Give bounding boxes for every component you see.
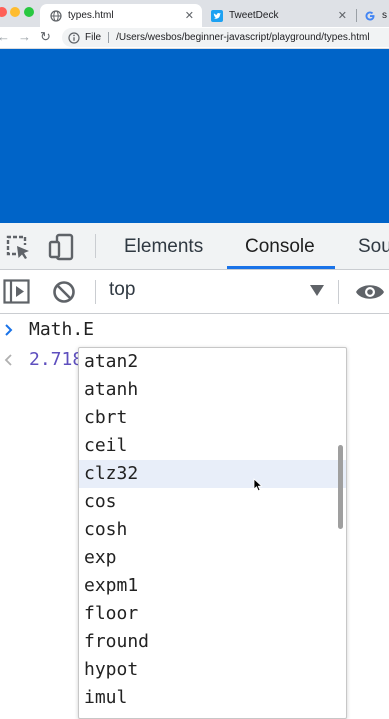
autocomplete-item[interactable]: ceil (79, 432, 346, 460)
google-icon (365, 11, 375, 20)
autocomplete-item[interactable]: exp (79, 544, 346, 572)
tab-types-html[interactable]: types.html ✕ (40, 4, 202, 27)
devtools-tab-bar: Elements Console Sou (0, 223, 389, 270)
browser-tab-bar: types.html ✕ TweetDeck ✕ s (0, 0, 389, 27)
tab-sources[interactable]: Sou (358, 223, 389, 269)
tab-title: TweetDeck (229, 10, 279, 21)
autocomplete-item[interactable]: atan2 (79, 348, 346, 376)
result-chevron-icon (4, 354, 12, 366)
inspect-element-icon[interactable] (5, 234, 31, 260)
browser-toolbar: ← → ↻ File /Users/wesbos/beginner-javasc… (0, 27, 389, 49)
tab-console[interactable]: Console (227, 223, 335, 269)
twitter-icon (211, 9, 223, 22)
globe-icon (50, 9, 62, 22)
console-input[interactable]: Math.E (29, 319, 94, 340)
console-toolbar: top (0, 270, 389, 314)
tab-title: types.html (68, 10, 114, 21)
device-toolbar-icon[interactable] (48, 233, 76, 261)
eager-result-value: 2.718 (29, 349, 84, 370)
autocomplete-item[interactable]: floor (79, 600, 346, 628)
info-icon (68, 31, 80, 44)
mouse-cursor-icon (253, 478, 263, 492)
close-tab-icon[interactable]: ✕ (338, 9, 347, 22)
dropdown-arrow-icon (310, 285, 324, 296)
autocomplete-item[interactable]: cosh (79, 516, 346, 544)
close-tab-icon[interactable]: ✕ (185, 9, 194, 22)
zoom-window-button[interactable] (24, 7, 34, 17)
devtools-panel: Elements Console Sou top Math.E 2.718 at… (0, 223, 389, 719)
autocomplete-scrollbar[interactable] (338, 445, 343, 529)
tab-tweetdeck[interactable]: TweetDeck ✕ (205, 4, 355, 27)
console-prompt-line[interactable]: Math.E (0, 319, 389, 343)
clear-console-icon[interactable] (52, 280, 76, 304)
autocomplete-item[interactable]: atanh (79, 376, 346, 404)
autocomplete-dropdown: atan2 atanh cbrt ceil clz32 cos cosh exp… (78, 347, 347, 719)
tab-separator (356, 9, 357, 22)
toolbar-divider (338, 280, 339, 304)
autocomplete-item[interactable]: imul (79, 684, 346, 712)
minimize-window-button[interactable] (10, 7, 20, 17)
tab-elements[interactable]: Elements (124, 223, 203, 269)
forward-arrow-icon[interactable]: → (18, 29, 31, 44)
close-window-button[interactable] (0, 7, 7, 17)
autocomplete-item[interactable]: hypot (79, 656, 346, 684)
autocomplete-item[interactable]: cbrt (79, 404, 346, 432)
page-viewport (0, 49, 389, 223)
tab-google[interactable]: s (358, 4, 389, 27)
autocomplete-item[interactable]: fround (79, 628, 346, 656)
prompt-chevron-icon (5, 324, 13, 336)
tab-title: s (382, 10, 387, 21)
autocomplete-item[interactable]: expm1 (79, 572, 346, 600)
autocomplete-item[interactable]: cos (79, 488, 346, 516)
address-bar[interactable]: File /Users/wesbos/beginner-javascript/p… (62, 28, 389, 47)
toolbar-divider (95, 280, 96, 304)
url-text: /Users/wesbos/beginner-javascript/playgr… (116, 32, 370, 43)
reload-icon[interactable]: ↻ (40, 29, 51, 45)
omnibox-separator (108, 32, 110, 43)
scheme-label: File (85, 32, 102, 43)
toolbar-divider (95, 234, 96, 258)
show-sidebar-icon[interactable] (3, 279, 30, 304)
autocomplete-item-selected[interactable]: clz32 (79, 460, 346, 488)
back-arrow-icon[interactable]: ← (0, 29, 10, 44)
context-label: top (109, 279, 136, 300)
live-expression-eye-icon[interactable] (355, 281, 385, 303)
